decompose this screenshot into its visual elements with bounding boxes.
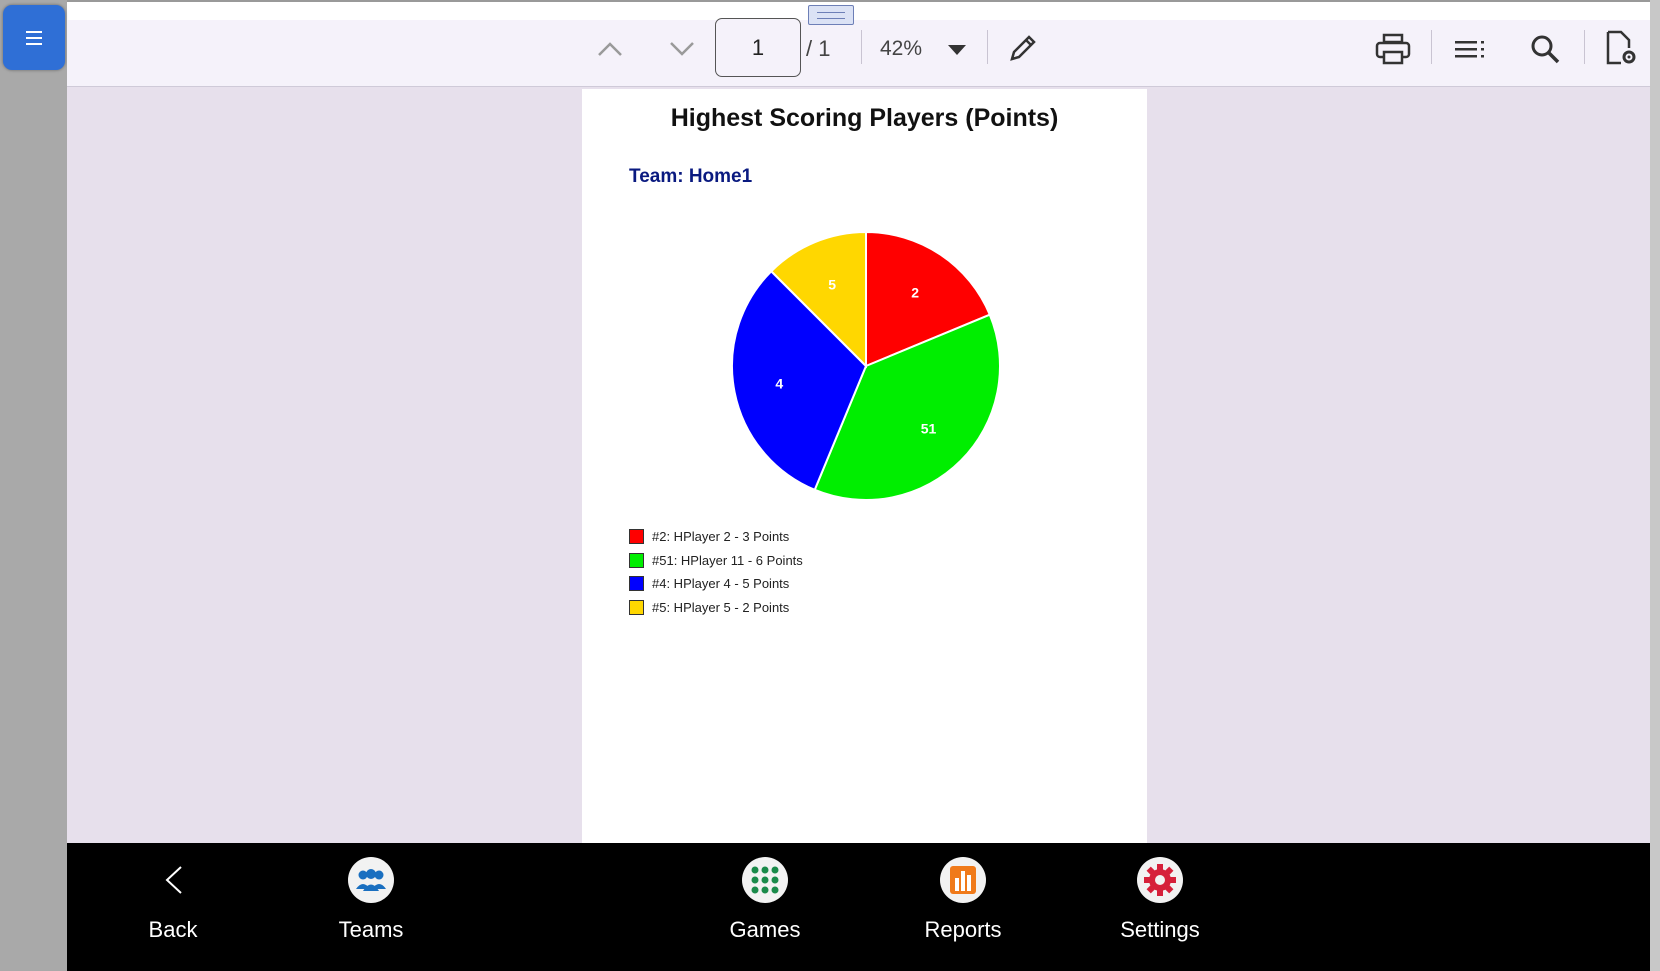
nav-settings-label: Settings [1120,917,1200,942]
legend-item: #5: HPlayer 5 - 2 Points [629,596,803,620]
report-page: Highest Scoring Players (Points) Team: H… [582,89,1147,843]
page-total: / 1 [806,36,831,61]
menu-button[interactable] [3,5,65,70]
printer-icon [1375,33,1411,65]
games-grid-icon [742,857,788,903]
nav-back[interactable]: Back [98,843,248,971]
caret-down-icon [948,45,966,55]
document-properties-button[interactable] [1602,28,1640,68]
next-page-button[interactable] [662,37,702,61]
chart-legend: #2: HPlayer 2 - 3 Points #51: HPlayer 11 … [629,525,803,619]
nav-settings[interactable]: Settings [1085,843,1235,971]
zoom-dropdown-button[interactable] [945,42,969,58]
legend-label: #51: HPlayer 11 - 6 Points [652,552,803,568]
nav-games-label: Games [729,917,801,942]
legend-item: #51: HPlayer 11 - 6 Points [629,549,803,573]
legend-swatch [629,599,644,615]
page-number-input[interactable]: 1 [715,18,801,77]
search-button[interactable] [1526,30,1564,68]
print-button[interactable] [1373,30,1413,68]
nav-games[interactable]: Games [690,843,840,971]
annotate-button[interactable] [1005,30,1041,66]
nav-teams[interactable]: Teams [296,843,446,971]
legend-item: #2: HPlayer 2 - 3 Points [629,525,803,549]
left-strip [0,0,67,971]
bottom-navigation: Back Teams Games Reports Settings [67,843,1650,971]
legend-label: #4: HPlayer 4 - 5 Points [652,576,790,592]
nav-reports[interactable]: Reports [888,843,1038,971]
search-icon [1531,35,1560,64]
hamburger-icon [26,30,42,45]
drag-handle-icon[interactable] [808,5,854,25]
slice-label: 51 [921,421,937,437]
settings-gear-icon [1137,857,1183,903]
legend-item: #4: HPlayer 4 - 5 Points [629,572,803,596]
pie-chart: 2 51 4 5 [731,230,1001,501]
legend-swatch [629,552,644,568]
toolbar-divider [861,30,862,64]
toolbar-divider [1431,30,1432,64]
window-frame [0,0,1660,2]
zoom-level[interactable]: 42% [880,37,922,61]
nav-reports-label: Reports [924,917,1002,942]
right-edge [1650,0,1660,971]
chevron-up-icon [598,42,622,56]
slice-label: 5 [828,276,836,292]
nav-teams-label: Teams [338,917,404,942]
previous-page-button[interactable] [590,37,630,61]
nav-back-label: Back [148,917,198,942]
slice-label: 2 [911,284,919,300]
outline-button[interactable] [1452,34,1488,64]
slice-label: 4 [775,375,783,391]
legend-swatch [629,529,644,545]
legend-swatch [629,576,644,592]
list-icon [1455,41,1484,58]
reports-chart-icon [940,857,986,903]
document-settings-icon [1606,30,1636,65]
pencil-icon [1010,35,1036,61]
legend-label: #5: HPlayer 5 - 2 Points [652,599,790,615]
chevron-down-icon [670,42,694,56]
toolbar-divider [1584,30,1585,64]
legend-label: #2: HPlayer 2 - 3 Points [652,529,790,545]
back-arrow-icon [150,857,196,903]
toolbar-divider [987,30,988,64]
teams-icon [348,857,394,903]
